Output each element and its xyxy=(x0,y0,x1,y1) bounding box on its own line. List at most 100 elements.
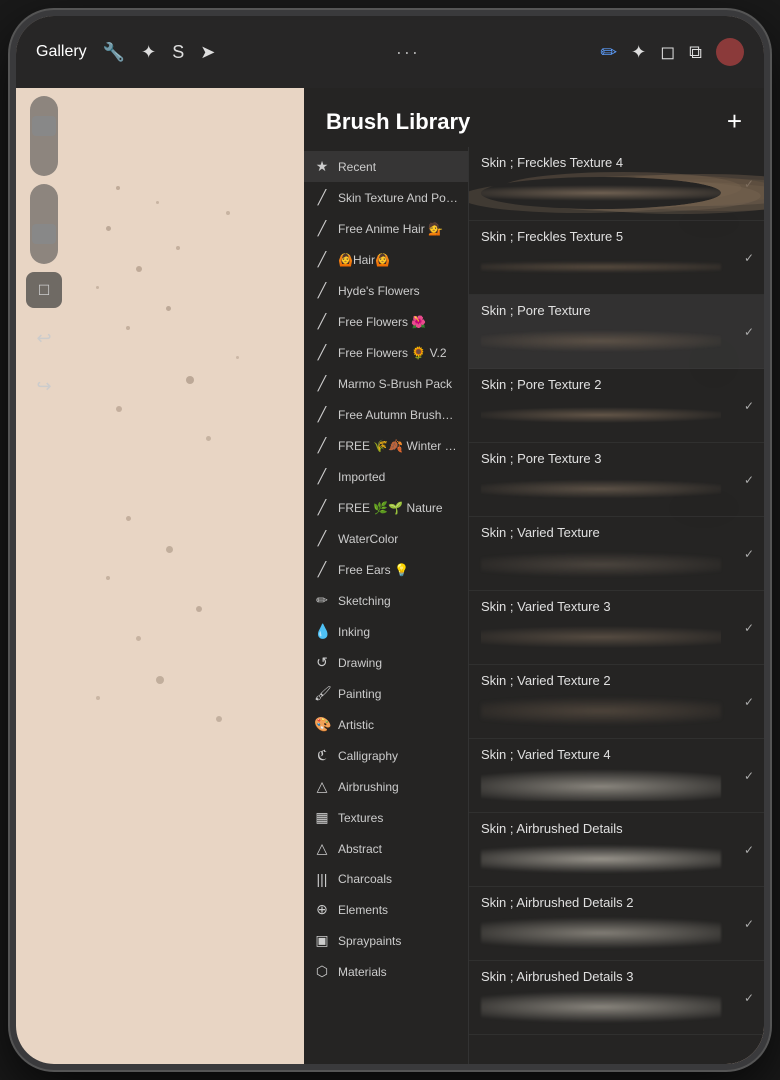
undo-button[interactable]: ↩ xyxy=(26,320,62,356)
sidebar-icon-textures: ▦ xyxy=(314,809,330,826)
brush-info-varied4: Skin ; Varied Texture 4 xyxy=(481,747,736,804)
sidebar-item-calligraphy[interactable]: ℭ Calligraphy xyxy=(304,740,468,771)
brush-info-pore2: Skin ; Pore Texture 2 xyxy=(481,377,736,434)
sidebar-item-hair[interactable]: ╱ 🙆Hair🙆 xyxy=(304,244,468,275)
brush-selected-icon-varied: ✓ xyxy=(744,547,754,561)
sidebar-item-airbrushing[interactable]: △ Airbrushing xyxy=(304,771,468,802)
brush-item-freckles5[interactable]: Skin ; Freckles Texture 5 ✓ xyxy=(469,221,764,295)
sidebar-item-inking[interactable]: 💧 Inking xyxy=(304,616,468,647)
add-brush-button[interactable]: + xyxy=(727,106,742,137)
sidebar-label-artistic: Artistic xyxy=(338,718,374,732)
brush-item-varied2[interactable]: Skin ; Varied Texture 2 ✓ xyxy=(469,665,764,739)
brush-item-pore[interactable]: Skin ; Pore Texture ✓ xyxy=(469,295,764,369)
selection-icon[interactable]: S xyxy=(172,42,184,63)
brush-size-thumb[interactable] xyxy=(32,116,56,136)
brush-item-varied4[interactable]: Skin ; Varied Texture 4 ✓ xyxy=(469,739,764,813)
sidebar-icon-recent: ★ xyxy=(314,158,330,175)
sidebar-icon-airbrushing: △ xyxy=(314,778,330,795)
sidebar-item-hydes-flowers[interactable]: ╱ Hyde's Flowers xyxy=(304,275,468,306)
brush-stroke-pore3 xyxy=(481,473,721,505)
sidebar-label-materials: Materials xyxy=(338,965,387,979)
sidebar-item-recent[interactable]: ★ Recent xyxy=(304,151,468,182)
sidebar-label-free-nature: FREE 🌿🌱 Nature xyxy=(338,501,443,515)
brush-item-freckles4[interactable]: Skin ; Freckles Texture 4 ✓ xyxy=(469,147,764,221)
sidebar-item-abstract[interactable]: △ Abstract xyxy=(304,833,468,864)
brush-item-varied3[interactable]: Skin ; Varied Texture 3 ✓ xyxy=(469,591,764,665)
sidebar-item-textures[interactable]: ▦ Textures xyxy=(304,802,468,833)
sidebar-item-spraypaints[interactable]: ▣ Spraypaints xyxy=(304,925,468,956)
brush-info-pore: Skin ; Pore Texture xyxy=(481,303,736,360)
square-toggle[interactable]: ☐ xyxy=(26,272,62,308)
sidebar-item-free-anime-hair[interactable]: ╱ Free Anime Hair 💁 xyxy=(304,213,468,244)
sidebar-icon-hair: ╱ xyxy=(314,251,330,268)
color-picker[interactable] xyxy=(716,38,744,66)
brush-preview-varied xyxy=(481,544,736,582)
magic-icon[interactable]: ✦ xyxy=(141,42,156,63)
sidebar-item-watercolor[interactable]: ╱ WaterColor xyxy=(304,523,468,554)
sidebar-item-drawing[interactable]: ↺ Drawing xyxy=(304,647,468,678)
redo-button[interactable]: ↪ xyxy=(26,368,62,404)
opacity-slider[interactable] xyxy=(30,184,58,264)
sidebar-icon-free-anime-hair: ╱ xyxy=(314,220,330,237)
sidebar-item-imported[interactable]: ╱ Imported xyxy=(304,461,468,492)
layers-icon[interactable]: ⧉ xyxy=(689,42,702,63)
brush-preview-pore xyxy=(481,322,736,360)
wrench-icon[interactable]: 🔧 xyxy=(103,42,125,63)
sidebar-item-free-ears[interactable]: ╱ Free Ears 💡 xyxy=(304,554,468,585)
opacity-thumb[interactable] xyxy=(32,224,56,244)
gallery-button[interactable]: Gallery xyxy=(36,43,87,61)
brush-size-slider[interactable] xyxy=(30,96,58,176)
device-frame: Gallery 🔧 ✦ S ➤ ··· ✏ ✦ ◻ ⧉ ☐ ↩ ↪ Br xyxy=(10,10,770,1070)
brush-selected-icon-pore3: ✓ xyxy=(744,473,754,487)
more-options-icon[interactable]: ··· xyxy=(396,42,420,63)
brush-selected-icon-pore2: ✓ xyxy=(744,399,754,413)
brush-info-varied3: Skin ; Varied Texture 3 xyxy=(481,599,736,656)
sidebar-item-free-winter[interactable]: ╱ FREE 🌾🍂 Winter N... xyxy=(304,430,468,461)
brush-preview-freckles4 xyxy=(481,174,736,212)
eraser-tool-icon[interactable]: ◻ xyxy=(660,42,675,63)
sidebar-label-charcoals: Charcoals xyxy=(338,872,392,886)
sidebar-item-free-autumn[interactable]: ╱ Free Autumn Brushe... xyxy=(304,399,468,430)
sidebar-item-marmo-s[interactable]: ╱ Marmo S-Brush Pack xyxy=(304,368,468,399)
sidebar-label-imported: Imported xyxy=(338,470,385,484)
sidebar-label-watercolor: WaterColor xyxy=(338,532,398,546)
brush-stroke-varied4 xyxy=(481,769,721,801)
brush-item-pore3[interactable]: Skin ; Pore Texture 3 ✓ xyxy=(469,443,764,517)
sidebar-label-free-flowers: Free Flowers 🌺 xyxy=(338,315,426,329)
sidebar-item-free-flowers[interactable]: ╱ Free Flowers 🌺 xyxy=(304,306,468,337)
brush-item-airbrushed3[interactable]: Skin ; Airbrushed Details 3 ✓ xyxy=(469,961,764,1035)
sidebar-item-materials[interactable]: ⬡ Materials xyxy=(304,956,468,987)
sidebar-item-artistic[interactable]: 🎨 Artistic xyxy=(304,709,468,740)
smudge-tool-icon[interactable]: ✦ xyxy=(631,42,646,63)
brush-item-airbrushed[interactable]: Skin ; Airbrushed Details ✓ xyxy=(469,813,764,887)
brush-content: ★ Recent ╱ Skin Texture And Por... ╱ Fre… xyxy=(304,147,764,1070)
brush-preview-varied4 xyxy=(481,766,736,804)
sidebar-label-free-winter: FREE 🌾🍂 Winter N... xyxy=(338,439,458,453)
brush-stroke-varied3 xyxy=(481,621,721,653)
sidebar-icon-skin-texture-por: ╱ xyxy=(314,189,330,206)
sidebar-label-sketching: Sketching xyxy=(338,594,391,608)
pencil-tool-icon[interactable]: ✏ xyxy=(600,40,617,65)
brush-info-freckles4: Skin ; Freckles Texture 4 xyxy=(481,155,736,212)
brush-selected-icon-freckles4: ✓ xyxy=(744,177,754,191)
sidebar-item-sketching[interactable]: ✏ Sketching xyxy=(304,585,468,616)
brush-info-varied: Skin ; Varied Texture xyxy=(481,525,736,582)
sidebar-item-free-flowers-v2[interactable]: ╱ Free Flowers 🌻 V.2 xyxy=(304,337,468,368)
sidebar-item-skin-texture-por[interactable]: ╱ Skin Texture And Por... xyxy=(304,182,468,213)
brush-preview-freckles5 xyxy=(481,248,736,286)
sidebar-item-charcoals[interactable]: ||| Charcoals xyxy=(304,864,468,894)
sidebar-label-airbrushing: Airbrushing xyxy=(338,780,399,794)
brush-item-airbrushed2[interactable]: Skin ; Airbrushed Details 2 ✓ xyxy=(469,887,764,961)
brush-item-pore2[interactable]: Skin ; Pore Texture 2 ✓ xyxy=(469,369,764,443)
brush-selected-icon-airbrushed3: ✓ xyxy=(744,991,754,1005)
transform-icon[interactable]: ➤ xyxy=(200,42,215,63)
brush-preview-pore2 xyxy=(481,396,736,434)
sidebar-item-painting[interactable]: 🖌 Painting xyxy=(304,678,468,709)
sidebar-item-free-nature[interactable]: ╱ FREE 🌿🌱 Nature xyxy=(304,492,468,523)
brush-item-varied[interactable]: Skin ; Varied Texture ✓ xyxy=(469,517,764,591)
sidebar-icon-inking: 💧 xyxy=(314,623,330,640)
brush-info-varied2: Skin ; Varied Texture 2 xyxy=(481,673,736,730)
sidebar-item-elements[interactable]: ⊕ Elements xyxy=(304,894,468,925)
sidebar-icon-imported: ╱ xyxy=(314,468,330,485)
sidebar-icon-painting: 🖌 xyxy=(314,685,330,702)
